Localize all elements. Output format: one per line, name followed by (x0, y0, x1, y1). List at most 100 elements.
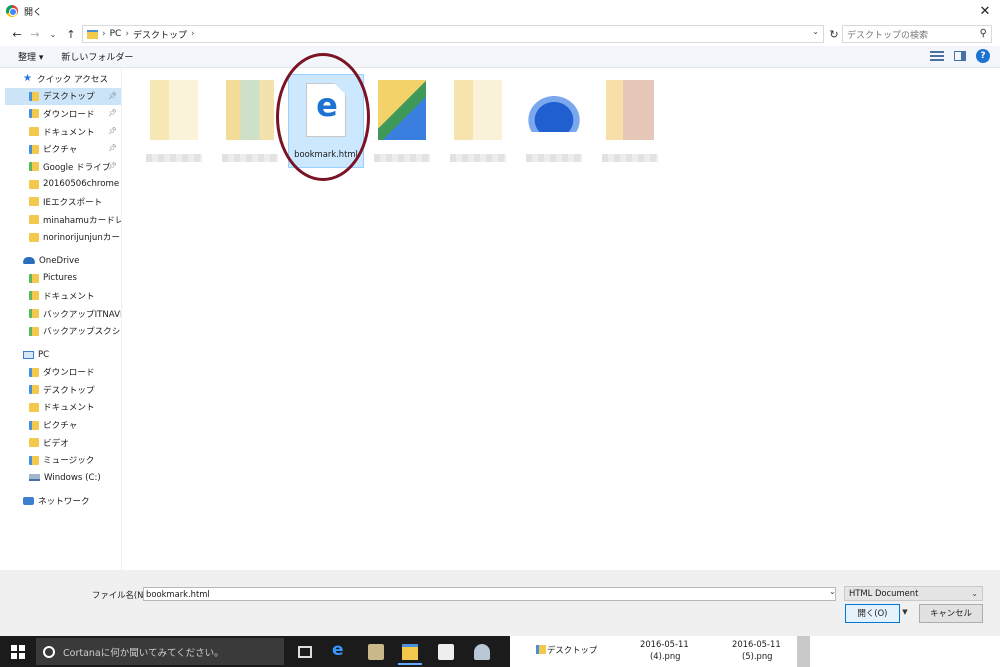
folder-icon (29, 309, 39, 319)
sidebar-item-folder[interactable]: minahamuカードレビュ (5, 211, 121, 229)
blurred-thumbnail (454, 80, 502, 140)
file-list[interactable]: e bookmark.html (122, 68, 1000, 570)
file-item-blurred[interactable] (516, 76, 592, 168)
sidebar-item-pc-downloads[interactable]: ダウンロード (5, 364, 121, 382)
folder-icon (29, 232, 39, 242)
sidebar-onedrive[interactable]: OneDrive (5, 252, 121, 270)
file-explorer-icon[interactable] (402, 644, 418, 660)
up-arrow-icon[interactable]: ↑ (62, 25, 80, 43)
documents-folder-icon (29, 127, 39, 137)
sidebar-pc[interactable]: PC (5, 346, 121, 364)
pictures-folder-icon (29, 420, 39, 430)
star-icon: ★ (23, 73, 32, 85)
search-placeholder: デスクトップの検索 (847, 30, 929, 41)
new-folder-button[interactable]: 新しいフォルダー (61, 50, 133, 63)
edge-icon[interactable]: e (332, 642, 348, 659)
preview-pane-icon[interactable] (954, 51, 966, 61)
sidebar-item-pc-videos[interactable]: ビデオ (5, 434, 121, 452)
refresh-icon[interactable]: ↻ (826, 26, 842, 42)
app-icon[interactable] (474, 644, 490, 660)
folder-icon (29, 273, 39, 283)
sidebar-item-folder[interactable]: norinorijunjunカードレ (5, 228, 121, 246)
back-arrow-icon[interactable]: ← (8, 25, 26, 43)
sidebar-network[interactable]: ネットワーク (5, 493, 121, 511)
blurred-thumbnail (378, 80, 426, 140)
file-item-blurred[interactable] (364, 76, 440, 168)
cancel-button[interactable]: キャンセル (919, 604, 983, 623)
sidebar-item-pc-desktop[interactable]: デスクトップ (5, 381, 121, 399)
sidebar-item-folder[interactable]: IEエクスポート (5, 193, 121, 211)
store-icon[interactable] (438, 644, 454, 660)
chevron-down-icon[interactable]: ⌄ (812, 27, 819, 36)
sidebar-item-onedrive-screenshots[interactable]: バックアップスクショ (5, 322, 121, 340)
chrome-icon (6, 5, 18, 17)
app-icon[interactable] (368, 644, 384, 660)
pin-icon: 📌︎ (108, 91, 117, 100)
close-button[interactable]: ✕ (970, 0, 1000, 22)
blurred-label (146, 154, 202, 162)
computer-icon (23, 350, 34, 359)
help-icon[interactable]: ? (976, 49, 990, 63)
google-drive-icon (29, 162, 39, 172)
file-item-blurred[interactable] (136, 76, 212, 168)
sidebar-quick-access[interactable]: ★ クイック アクセス (5, 70, 121, 88)
folder-icon (536, 645, 546, 654)
open-button[interactable]: 開く(O) (845, 604, 900, 623)
onedrive-cloud-icon (23, 257, 35, 265)
sidebar-item-pc-music[interactable]: ミュージック (5, 451, 121, 469)
file-name-input[interactable]: bookmark.html (143, 587, 836, 601)
navigation-pane[interactable]: ★ クイック アクセス デスクトップ 📌︎ ダウンロード 📌︎ ドキュメント 📌… (5, 70, 121, 570)
view-options-icon[interactable] (930, 51, 944, 61)
windows-start-icon[interactable] (11, 644, 25, 659)
chevron-down-icon[interactable]: ⌄ (829, 587, 836, 596)
address-bar[interactable]: › PC › デスクトップ › ⌄ (82, 25, 824, 43)
recent-locations-icon[interactable]: ⌄ (44, 25, 62, 43)
pin-icon: 📌︎ (108, 144, 117, 153)
blurred-thumbnail (606, 80, 654, 140)
drive-icon (29, 474, 40, 482)
cortana-search-box[interactable]: Cortanaに何か聞いてみてください。 (36, 638, 284, 665)
file-item-blurred[interactable] (440, 76, 516, 168)
sidebar-item-desktop[interactable]: デスクトップ 📌︎ (5, 87, 121, 106)
cortana-icon (43, 645, 55, 658)
background-window: デスクトップ 2016-05-11 (4).png 2016-05-11 (5)… (510, 636, 1000, 667)
file-name-label: bookmark.html (294, 149, 358, 159)
address-row: ← → ⌄ ↑ › PC › デスクトップ › ⌄ ↻ デスクトップの検索 ⚲ (0, 22, 1000, 46)
sidebar-item-google-drive[interactable]: Google ドライブ 📌︎ (5, 158, 121, 176)
open-dropdown-arrow[interactable]: ▼ (900, 604, 910, 623)
sidebar-item-onedrive-documents[interactable]: ドキュメント (5, 287, 121, 305)
file-item-blurred[interactable] (592, 76, 668, 168)
sidebar-item-downloads[interactable]: ダウンロード 📌︎ (5, 105, 121, 123)
sidebar-item-onedrive-backup[interactable]: バックアップITNAVI (5, 305, 121, 323)
breadcrumb-pc[interactable]: PC (110, 29, 122, 39)
file-item-blurred[interactable] (212, 76, 288, 168)
blurred-label (374, 154, 430, 162)
task-view-icon[interactable] (298, 646, 312, 658)
title-bar: 開く ✕ (0, 0, 1000, 22)
blurred-thumbnail (150, 80, 198, 140)
background-file-date: 2016-05-11 (640, 639, 689, 649)
file-type-select[interactable]: HTML Document ⌄ (844, 586, 983, 601)
forward-arrow-icon[interactable]: → (26, 25, 44, 43)
sidebar-item-pc-pictures[interactable]: ピクチャ (5, 416, 121, 434)
blurred-label (450, 154, 506, 162)
download-folder-icon (29, 367, 39, 377)
background-scrollbar[interactable] (797, 636, 810, 667)
file-name-panel: ファイル名(N): bookmark.html ⌄ HTML Document … (0, 570, 1000, 636)
sidebar-item-pc-drive-c[interactable]: Windows (C:) (5, 469, 121, 487)
sidebar-item-pictures[interactable]: ピクチャ 📌︎ (5, 140, 121, 158)
command-bar: 整理 ▾ 新しいフォルダー ? (0, 46, 1000, 68)
pin-icon: 📌︎ (108, 161, 117, 170)
search-icon: ⚲ (979, 28, 987, 39)
breadcrumb-desktop[interactable]: デスクトップ (133, 28, 187, 41)
file-item-bookmark-html[interactable]: e bookmark.html (288, 74, 364, 168)
sidebar-item-onedrive-pictures[interactable]: Pictures (5, 270, 121, 288)
sidebar-item-folder[interactable]: 20160506chrome (5, 176, 121, 194)
background-file-name: (4).png (650, 651, 681, 661)
sidebar-item-documents[interactable]: ドキュメント 📌︎ (5, 123, 121, 141)
search-input[interactable]: デスクトップの検索 ⚲ (842, 25, 992, 43)
organize-button[interactable]: 整理 ▾ (18, 50, 43, 63)
pin-icon: 📌︎ (108, 109, 117, 118)
folder-icon (87, 29, 98, 39)
sidebar-item-pc-documents[interactable]: ドキュメント (5, 399, 121, 417)
